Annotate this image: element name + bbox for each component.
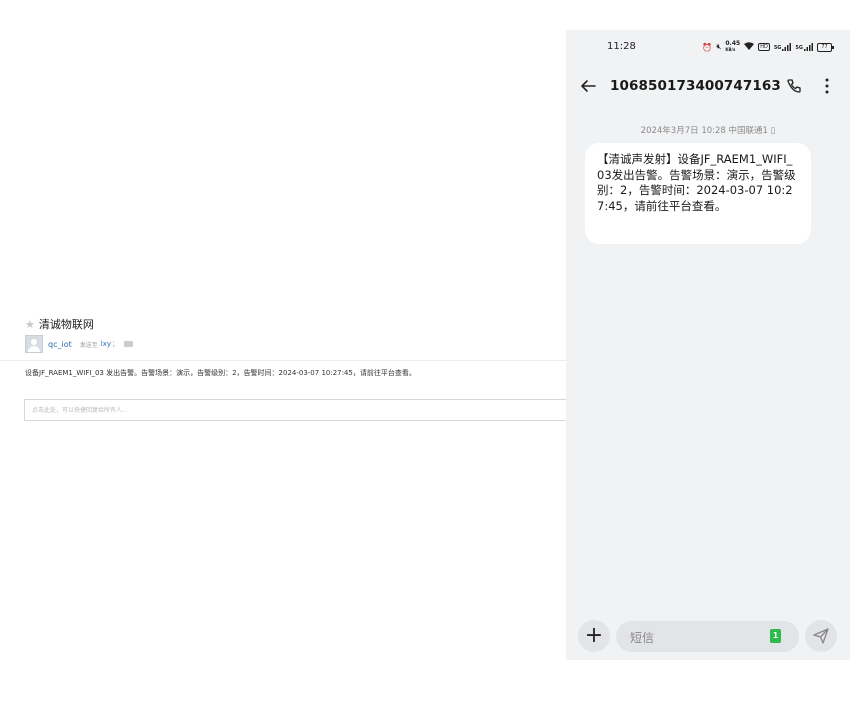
battery-icon: 77 — [817, 42, 834, 52]
divider — [0, 360, 566, 361]
hd-badge: HD — [758, 43, 770, 51]
sent-to-label: 发送至 — [79, 341, 98, 349]
sms-input-placeholder: 短信 — [630, 631, 655, 645]
wifi-icon — [744, 42, 755, 52]
recipient-name[interactable]: lxy — [101, 340, 111, 348]
message-bubble[interactable]: 【清诚声发射】设备JF_RAEM1_WIFI_03发出告警。告警场景：演示，告警… — [585, 143, 811, 244]
quick-reply-placeholder: 点击此处，可以快捷回复给所有人... — [32, 407, 128, 414]
compose-bar: + 短信 1 — [566, 617, 850, 660]
email-subject-row: ★ 清诚物联网 — [25, 316, 94, 332]
status-icons: ⏰ 🔇︎ 0.45 KB/s HD 5G 5G 77 — [702, 41, 834, 53]
signal-1-label: 5G — [773, 45, 782, 51]
plus-icon[interactable]: + — [578, 620, 610, 652]
back-arrow-icon[interactable] — [580, 78, 596, 94]
quick-reply-input[interactable]: 点击此处，可以快捷回复给所有人... — [24, 399, 566, 421]
send-icon[interactable] — [805, 620, 837, 652]
star-icon[interactable]: ★ — [25, 318, 35, 331]
phone-sms-screen: 11:28 ⏰ 🔇︎ 0.45 KB/s HD 5G 5G 77 1068501… — [566, 30, 850, 660]
email-subject: 清诚物联网 — [38, 318, 94, 331]
recipient-separator: ； — [111, 340, 119, 348]
signal-2-label: 5G — [795, 45, 803, 51]
status-bar: 11:28 ⏰ 🔇︎ 0.45 KB/s HD 5G 5G 77 — [566, 30, 850, 64]
net-speed-unit: KB/s — [725, 47, 736, 52]
alarm-icon: ⏰ — [702, 42, 713, 52]
contact-number: 106850173400747163 — [610, 78, 781, 94]
mail-icon[interactable] — [123, 341, 133, 347]
message-timestamp: 2024年3月7日 10:28 中国联通1 ▯ — [640, 126, 776, 136]
email-sender-row: qc_iot 发送至 lxy ； — [25, 335, 133, 353]
net-speed-value: 0.45 — [725, 40, 741, 47]
signal-icon-1: 5G — [774, 43, 792, 51]
status-time: 11:28 — [607, 41, 636, 52]
net-speed: 0.45 KB/s — [725, 41, 740, 53]
mute-icon: 🔇︎ — [716, 42, 722, 51]
sender-name[interactable]: qc_iot — [48, 340, 72, 349]
phone-icon[interactable] — [786, 78, 802, 94]
signal-icon-2: 5G — [795, 43, 813, 51]
sim-badge[interactable]: 1 — [770, 629, 781, 643]
message-text: 【清诚声发射】设备JF_RAEM1_WIFI_03发出告警。告警场景：演示，告警… — [597, 152, 796, 213]
email-body: 设备JF_RAEM1_WIFI_03 发出告警。告警场景：演示，告警级别：2，告… — [25, 369, 416, 377]
email-panel: ★ 清诚物联网 qc_iot 发送至 lxy ； 设备JF_RAEM1_WIFI… — [0, 0, 566, 709]
avatar — [25, 335, 43, 353]
conversation-header: 106850173400747163 — [566, 70, 850, 104]
more-vertical-icon[interactable] — [819, 77, 835, 95]
sms-input[interactable]: 短信 1 — [616, 621, 799, 652]
